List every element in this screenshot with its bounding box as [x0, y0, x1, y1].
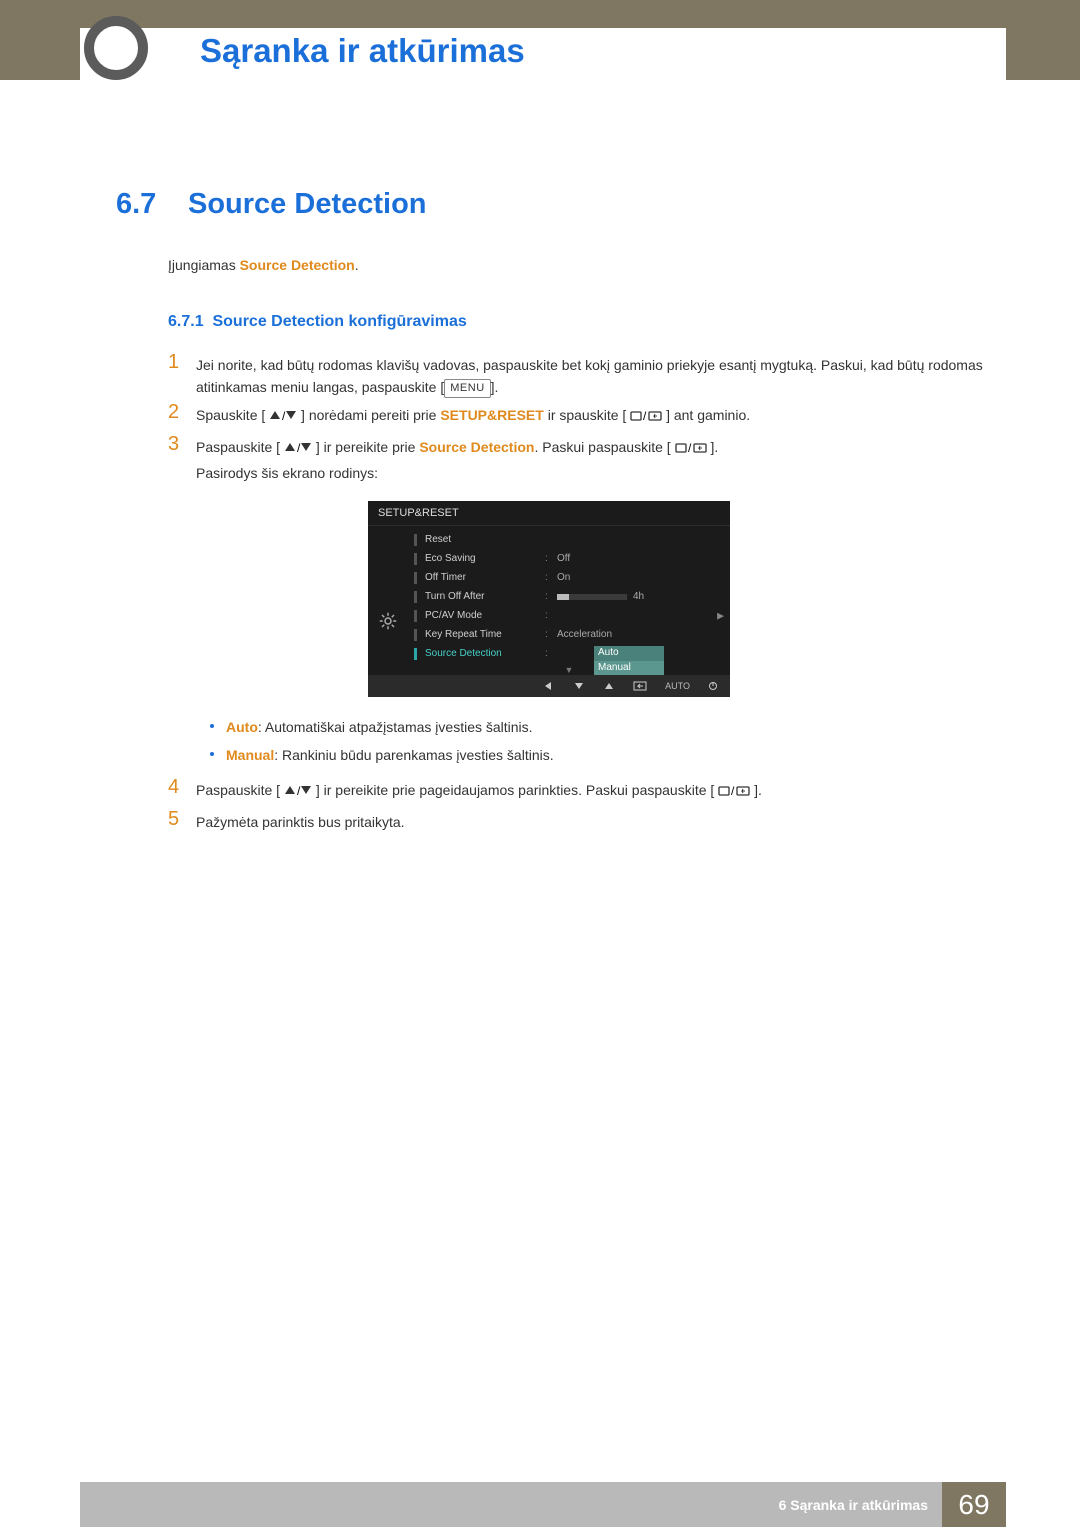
s4b: ] ir pereikite prie pageidaujamos parink…	[316, 782, 714, 798]
osd-label: Key Repeat Time	[425, 629, 545, 640]
enter-icon	[633, 681, 647, 691]
osd-label: Turn Off After	[425, 591, 545, 602]
osd-row-pcav: PC/AV Mode:▶	[408, 606, 730, 625]
osd-value: Off	[557, 553, 570, 564]
bullet-manual-label: Manual	[226, 747, 274, 763]
osd-label: Source Detection	[425, 648, 545, 659]
osd-screenshot: SETUP&RESET Reset Eco Saving:Off Off Tim…	[368, 501, 730, 697]
osd-label: PC/AV Mode	[425, 610, 545, 621]
osd-value: 4h	[633, 591, 644, 602]
power-icon	[708, 681, 718, 691]
step-3-text: Paspauskite [ / ] ir pereikite prie Sour…	[196, 437, 1006, 459]
step-4-text: Paspauskite [ / ] ir pereikite prie page…	[196, 780, 1006, 802]
step-1-number: 1	[168, 351, 194, 374]
step-1-b: ].	[491, 379, 499, 395]
osd-more-icon: ▼	[408, 665, 730, 675]
s2b: ] norėdami pereiti prie	[301, 407, 440, 423]
step-2-text: Spauskite [ / ] norėdami pereiti prie SE…	[196, 405, 1006, 427]
step-5-text: Pažymėta parinktis bus pritaikyta.	[196, 812, 1006, 834]
footer-page-number: 69	[942, 1482, 1006, 1527]
s4a: Paspauskite [	[196, 782, 280, 798]
osd-row-off-timer: Off Timer:On	[408, 568, 730, 587]
s3c: . Paskui paspauskite [	[534, 439, 670, 455]
bullet-manual: Manual: Rankiniu būdu parenkamas įvestie…	[210, 744, 554, 766]
step-4-number: 4	[168, 776, 194, 799]
step-1-a: Jei norite, kad būtų rodomas klavišų vad…	[196, 357, 983, 395]
subsection-title: Source Detection konfigūravimas	[212, 313, 466, 330]
intro-highlight: Source Detection	[240, 257, 355, 273]
osd-rows: Reset Eco Saving:Off Off Timer:On Turn O…	[408, 526, 730, 675]
osd-label: Eco Saving	[425, 553, 545, 564]
chapter-badge	[84, 16, 148, 80]
intro-prefix: Įjungiamas	[168, 257, 240, 273]
osd-dropdown: Auto Manual	[594, 646, 664, 676]
bullet-manual-text: : Rankiniu būdu parenkamas įvesties šalt…	[274, 747, 553, 763]
s4c: ].	[754, 782, 762, 798]
s3b: ] ir pereikite prie	[316, 439, 419, 455]
s2c: ir spauskite [	[544, 407, 626, 423]
subsection-number: 6.7.1	[168, 313, 204, 330]
slider-icon	[557, 594, 627, 600]
svg-text:/: /	[297, 784, 301, 798]
bullet-auto-label: Auto	[226, 719, 258, 735]
menu-chip: MENU	[444, 379, 490, 398]
osd-value: Acceleration	[557, 629, 612, 640]
step-1-text: Jei norite, kad būtų rodomas klavišų vad…	[196, 355, 1006, 398]
osd-label: Off Timer	[425, 572, 545, 583]
caret-right-icon: ▶	[717, 610, 724, 621]
s3hl: Source Detection	[419, 439, 534, 455]
s3d: ].	[710, 439, 718, 455]
page-footer: 6 Sąranka ir atkūrimas 69	[80, 1482, 1006, 1527]
subsection-heading: 6.7.1 Source Detection konfigūravimas	[168, 313, 467, 331]
up-down-icon: /	[284, 441, 312, 455]
svg-text:/: /	[282, 409, 286, 423]
osd-row-source-detection: Source Detection: Auto Manual	[408, 644, 730, 663]
intro-suffix: .	[355, 257, 359, 273]
osd-row-krt: Key Repeat Time:Acceleration	[408, 625, 730, 644]
nav-up-icon	[603, 681, 615, 691]
bullet-auto-text: : Automatiškai atpažįstamas įvesties šal…	[258, 719, 533, 735]
select-enter-icon: /	[630, 409, 662, 423]
select-enter-icon: /	[675, 441, 707, 455]
select-enter-icon: /	[718, 784, 750, 798]
nav-left-icon	[543, 681, 555, 691]
section-number: 6.7	[116, 188, 156, 221]
svg-text:/: /	[643, 409, 647, 423]
osd-value: On	[557, 572, 570, 583]
option-list: Auto: Automatiškai atpažįstamas įvesties…	[210, 716, 554, 773]
gear-icon	[379, 612, 397, 630]
up-down-icon: /	[284, 784, 312, 798]
svg-text:/: /	[731, 784, 735, 798]
osd-row-reset: Reset	[408, 530, 730, 549]
footer-label: 6 Sąranka ir atkūrimas	[80, 1482, 942, 1527]
osd-label: Reset	[425, 534, 545, 545]
osd-title: SETUP&RESET	[368, 501, 730, 526]
s2d: ] ant gaminio.	[666, 407, 750, 423]
up-down-icon: /	[269, 409, 297, 423]
svg-text:/: /	[297, 441, 301, 455]
osd-row-eco: Eco Saving:Off	[408, 549, 730, 568]
chapter-title: Sąranka ir atkūrimas	[200, 32, 525, 70]
step-5-number: 5	[168, 808, 194, 831]
osd-row-turn-off: Turn Off After:4h	[408, 587, 730, 606]
s2hl: SETUP&RESET	[440, 407, 543, 423]
dropdown-option-auto: Auto	[594, 646, 664, 661]
section-title: Source Detection	[188, 188, 427, 221]
osd-footer: AUTO	[368, 675, 730, 697]
osd-icon-column	[368, 526, 408, 675]
s2a: Spauskite [	[196, 407, 265, 423]
dropdown-option-manual: Manual	[594, 661, 664, 676]
step-3-number: 3	[168, 433, 194, 456]
svg-text:/: /	[688, 441, 692, 455]
step-2-number: 2	[168, 401, 194, 424]
s3a: Paspauskite [	[196, 439, 280, 455]
bullet-auto: Auto: Automatiškai atpažįstamas įvesties…	[210, 716, 554, 738]
step-3-after: Pasirodys šis ekrano rodinys:	[196, 463, 1006, 485]
nav-down-icon	[573, 681, 585, 691]
osd-footer-auto: AUTO	[665, 681, 690, 691]
intro-text: Įjungiamas Source Detection.	[168, 257, 359, 273]
